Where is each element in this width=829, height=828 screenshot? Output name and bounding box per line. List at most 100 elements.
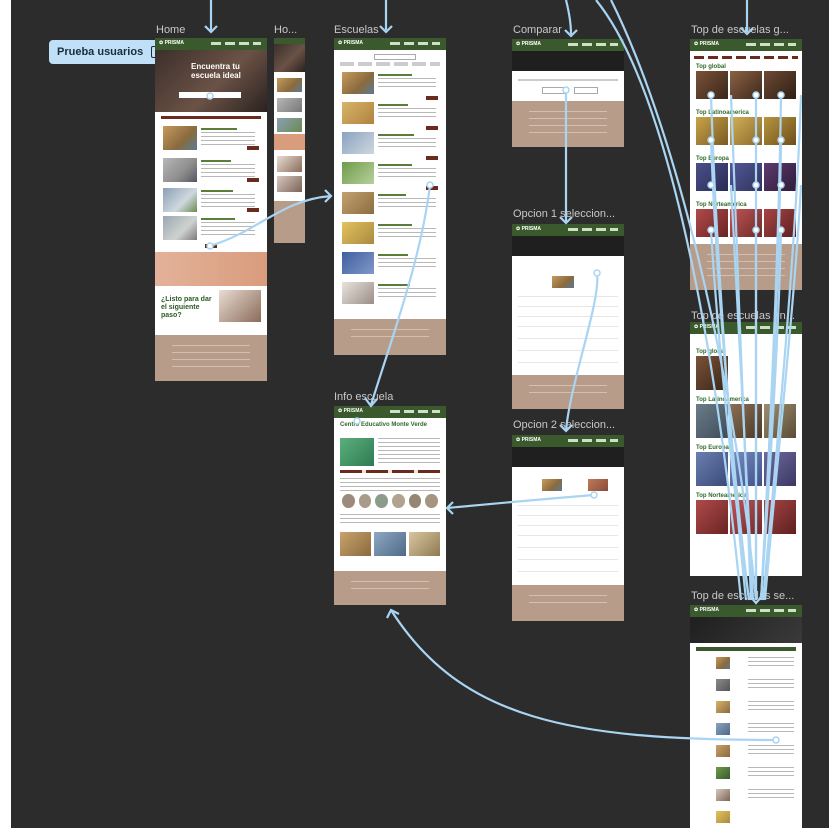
nav-links[interactable]: [567, 43, 618, 46]
frame-top-list[interactable]: ✿ PRISMA Top global Top Latinoamerica To…: [690, 322, 802, 576]
frame-label-top-grid[interactable]: Top de escuelas g...: [691, 24, 801, 37]
school-title[interactable]: [378, 134, 414, 136]
school-title[interactable]: [378, 254, 408, 256]
table-row: [518, 326, 618, 327]
school-grid[interactable]: [696, 71, 796, 99]
school-title[interactable]: [378, 164, 412, 166]
filter-bar[interactable]: [340, 62, 440, 66]
school-title[interactable]: [201, 128, 237, 130]
table-row: [518, 547, 618, 548]
arrowhead: [324, 189, 333, 203]
table-row: [518, 306, 618, 307]
search-input[interactable]: [374, 54, 416, 60]
flow-start-label: Prueba usuarios: [57, 46, 144, 58]
school-description: [748, 679, 794, 691]
details-button[interactable]: [247, 208, 259, 212]
school-description: [378, 108, 436, 120]
school-summary: [378, 438, 440, 464]
frame-top-table[interactable]: ✿ PRISMA: [690, 605, 802, 828]
hero-banner: [690, 617, 802, 643]
school-select-1[interactable]: [542, 87, 566, 94]
footer: [334, 571, 446, 605]
school-title[interactable]: [201, 190, 233, 192]
school-description: [201, 194, 255, 208]
selected-school-image: [542, 479, 562, 491]
frame-label-opcion1[interactable]: Opcion 1 seleccion...: [513, 208, 619, 221]
school-carousel[interactable]: [696, 500, 796, 534]
school-carousel[interactable]: [696, 452, 796, 486]
details-button[interactable]: [426, 186, 438, 190]
details-button[interactable]: [426, 126, 438, 130]
frame-label-escuelas[interactable]: Escuelas: [334, 24, 396, 37]
nav-links[interactable]: [745, 43, 796, 46]
region-tabs[interactable]: [694, 56, 798, 59]
frame-label-home-mobile[interactable]: Ho...: [274, 24, 300, 37]
nav-links[interactable]: [567, 228, 618, 231]
frame-opcion1[interactable]: ✿ PRISMA: [512, 224, 624, 409]
nav-links[interactable]: [389, 42, 440, 45]
school-grid[interactable]: [696, 163, 796, 191]
more-button[interactable]: [205, 244, 217, 248]
table-row: [518, 350, 618, 351]
hero-banner: [512, 447, 624, 467]
nav-links[interactable]: [210, 42, 261, 45]
frame-escuelas[interactable]: ✿ PRISMA: [334, 38, 446, 355]
school-carousel[interactable]: [696, 404, 796, 438]
nav-links[interactable]: [745, 609, 796, 612]
nav-links[interactable]: [567, 439, 618, 442]
frame-top-grid[interactable]: ✿ PRISMA Top global Top Latinoamerica To…: [690, 39, 802, 290]
details-button[interactable]: [426, 96, 438, 100]
search-input[interactable]: [179, 92, 241, 98]
frame-label-info-escuela[interactable]: Info escuela: [334, 391, 404, 404]
school-title[interactable]: [378, 194, 406, 196]
selected-school-image: [552, 276, 574, 288]
school-carousel[interactable]: [696, 356, 796, 390]
nav-links[interactable]: [745, 326, 796, 329]
details-button[interactable]: [247, 146, 259, 150]
footer: [690, 244, 802, 290]
school-title[interactable]: [378, 284, 410, 286]
tab-bar[interactable]: [340, 470, 440, 473]
school-details: [340, 478, 440, 492]
frame-label-home[interactable]: Home: [156, 24, 216, 37]
school-title[interactable]: [201, 160, 231, 162]
logo: ✿ PRISMA: [516, 41, 542, 47]
frame-info-escuela[interactable]: ✿ PRISMA Centro Educativo Monte Verde: [334, 406, 446, 605]
details-button[interactable]: [247, 178, 259, 182]
logo: ✿ PRISMA: [516, 226, 542, 232]
school-grid[interactable]: [696, 209, 796, 237]
school-description: [378, 258, 436, 270]
logo: ✿ PRISMA: [694, 607, 720, 613]
details-button[interactable]: [426, 156, 438, 160]
school-image: [277, 78, 302, 92]
tab-bar[interactable]: [161, 116, 261, 119]
school-description: [748, 657, 794, 669]
frame-label-opcion2[interactable]: Opcion 2 seleccion...: [513, 419, 619, 432]
school-title[interactable]: [378, 224, 412, 226]
frame-label-top-table[interactable]: Top de escuelas se...: [691, 590, 801, 603]
hero-banner: [512, 51, 624, 71]
school-title[interactable]: [201, 218, 235, 220]
map-banner: [274, 134, 305, 150]
footer: [155, 335, 267, 381]
cta-title: ¿Listo para dar el siguiente paso?: [161, 296, 212, 319]
frame-label-comparar[interactable]: Comparar: [513, 24, 565, 37]
photo-gallery[interactable]: [340, 532, 440, 556]
frame-comparar[interactable]: ✿ PRISMA: [512, 39, 624, 147]
school-image: [163, 126, 197, 150]
frame-opcion2[interactable]: ✿ PRISMA: [512, 435, 624, 621]
school-title[interactable]: [378, 104, 408, 106]
frame-home[interactable]: ✿ PRISMA Encuentra tu escuela ideal ¿Lis…: [155, 38, 267, 381]
school-select-2[interactable]: [574, 87, 598, 94]
design-canvas[interactable]: Prueba usuarios Home ✿ PRISMA Encuentra …: [11, 0, 829, 828]
school-grid[interactable]: [696, 117, 796, 145]
school-description: [378, 138, 436, 150]
school-title[interactable]: [378, 74, 412, 76]
cta-image: [219, 290, 261, 322]
frame-home-mobile[interactable]: [274, 38, 305, 243]
logo: ✿ PRISMA: [338, 408, 364, 414]
arrowhead: [386, 608, 400, 619]
nav-links[interactable]: [389, 410, 440, 413]
school-image: [342, 282, 374, 304]
school-image: [716, 745, 730, 757]
